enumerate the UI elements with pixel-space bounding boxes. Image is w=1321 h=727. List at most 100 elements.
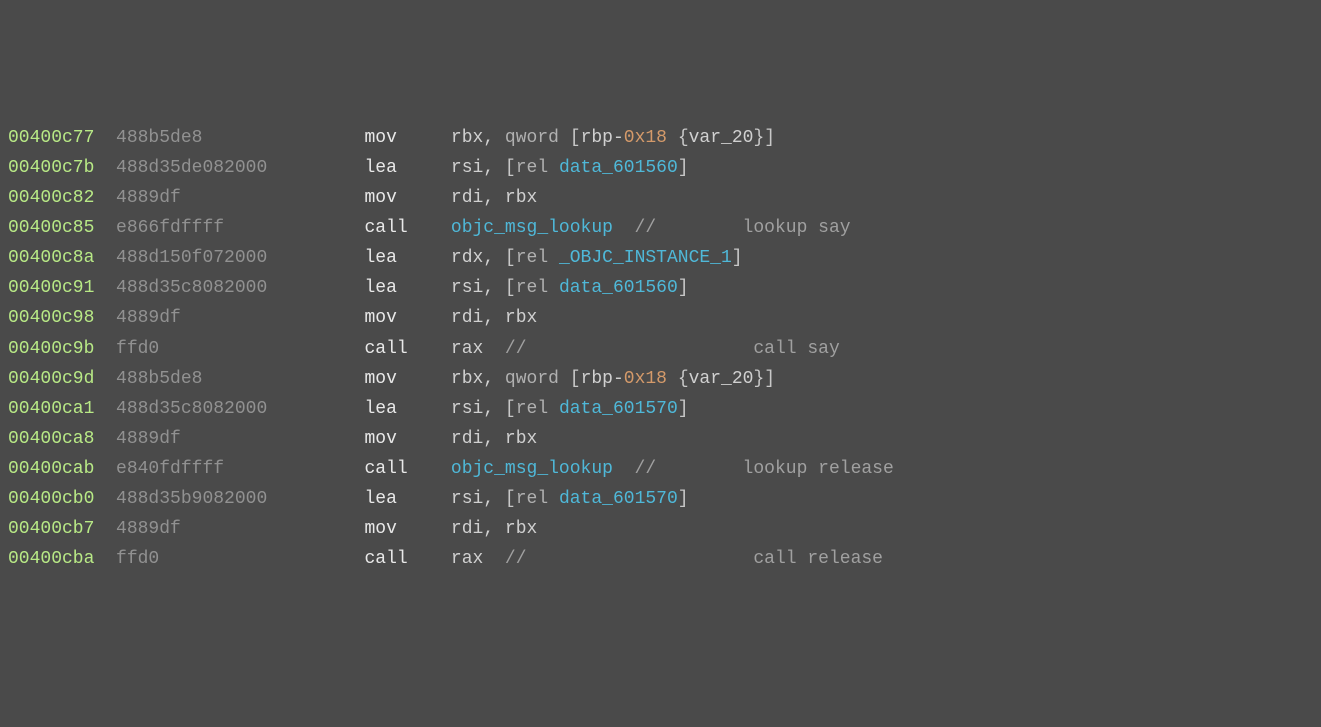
address: 00400c9d [8, 369, 94, 389]
operands: rdi, rbx [451, 188, 537, 208]
mnemonic: mov [364, 519, 450, 539]
operands: objc_msg_lookup // lookup release [451, 459, 894, 479]
hex-bytes: 4889df [116, 188, 364, 208]
operand-token-reg: rsi [451, 399, 483, 419]
asm-line[interactable]: 00400cab e840fdffff call objc_msg_lookup… [8, 454, 1313, 484]
hex-bytes: 488b5de8 [116, 128, 364, 148]
mnemonic: call [364, 459, 450, 479]
operand-token-br: ] [678, 399, 689, 419]
operand-token-tok: , [483, 489, 505, 509]
operands: rax // call release [451, 549, 883, 569]
mnemonic: lea [364, 399, 450, 419]
operand-token-br: [ [505, 278, 516, 298]
operand-token-tok: , [483, 158, 505, 178]
mnemonic: mov [364, 188, 450, 208]
operand-token-tok: , [483, 399, 505, 419]
asm-line[interactable]: 00400c82 4889df mov rdi, rbx [8, 183, 1313, 213]
operands: rsi, [rel data_601570] [451, 399, 689, 419]
operand-token-br: ] [678, 489, 689, 509]
asm-line[interactable]: 00400ca8 4889df mov rdi, rbx [8, 424, 1313, 454]
address: 00400ca1 [8, 399, 94, 419]
operand-token-reg: var_20 [689, 128, 754, 148]
hex-bytes: ffd0 [116, 549, 364, 569]
asm-line[interactable]: 00400ca1 488d35c8082000 lea rsi, [rel da… [8, 394, 1313, 424]
operand-token-br: } [753, 128, 764, 148]
operand-token-reg: rsi [451, 489, 483, 509]
asm-line[interactable]: 00400c77 488b5de8 mov rbx, qword [rbp-0x… [8, 123, 1313, 153]
operands: rdx, [rel _OBJC_INSTANCE_1] [451, 248, 743, 268]
hex-bytes: 488d35de082000 [116, 158, 364, 178]
hex-bytes: 4889df [116, 308, 364, 328]
operand-token-tok: , [483, 369, 505, 389]
operand-token-cm: // call say [483, 339, 839, 359]
mnemonic: lea [364, 158, 450, 178]
operand-token-reg: rdx [451, 248, 483, 268]
asm-line[interactable]: 00400cba ffd0 call rax // call release [8, 544, 1313, 574]
asm-line[interactable]: 00400cb0 488d35b9082000 lea rsi, [rel da… [8, 484, 1313, 514]
mnemonic: call [364, 549, 450, 569]
operand-token-tok: , [483, 519, 505, 539]
operand-token-reg: rsi [451, 278, 483, 298]
operand-token-tok [548, 399, 559, 419]
address: 00400cab [8, 459, 94, 479]
operand-token-tok: - [613, 128, 624, 148]
operand-token-reg: rbx [505, 429, 537, 449]
operand-token-reg: rbx [451, 369, 483, 389]
operand-token-reg: rbp [581, 128, 613, 148]
mnemonic: lea [364, 248, 450, 268]
mnemonic: call [364, 339, 450, 359]
operand-token-reg: rbp [581, 369, 613, 389]
operand-token-reg: rax [451, 549, 483, 569]
hex-bytes: 488d35b9082000 [116, 489, 364, 509]
address: 00400ca8 [8, 429, 94, 449]
operand-token-br: [ [570, 128, 581, 148]
operands: rsi, [rel data_601570] [451, 489, 689, 509]
mnemonic: lea [364, 278, 450, 298]
hex-bytes: 4889df [116, 429, 364, 449]
operand-token-kw: rel [516, 158, 548, 178]
hex-bytes: 488b5de8 [116, 369, 364, 389]
hex-bytes: 488d150f072000 [116, 248, 364, 268]
operand-token-tok: , [483, 308, 505, 328]
disassembly-panel: 00400c77 488b5de8 mov rbx, qword [rbp-0x… [8, 123, 1313, 574]
asm-line[interactable]: 00400c8a 488d150f072000 lea rdx, [rel _O… [8, 243, 1313, 273]
hex-bytes: 4889df [116, 519, 364, 539]
asm-line[interactable]: 00400c9b ffd0 call rax // call say [8, 334, 1313, 364]
hex-bytes: e840fdffff [116, 459, 364, 479]
operand-token-tok [548, 489, 559, 509]
operands: rsi, [rel data_601560] [451, 278, 689, 298]
operands: rbx, qword [rbp-0x18 {var_20}] [451, 369, 775, 389]
operand-token-cm: // lookup release [613, 459, 894, 479]
operand-token-kw: rel [516, 399, 548, 419]
operand-token-tok [548, 248, 559, 268]
operand-token-reg: rbx [451, 128, 483, 148]
operand-token-sym: data_601560 [559, 278, 678, 298]
mnemonic: call [364, 218, 450, 238]
operand-token-br: [ [570, 369, 581, 389]
asm-line[interactable]: 00400c9d 488b5de8 mov rbx, qword [rbp-0x… [8, 364, 1313, 394]
operand-token-tok [548, 158, 559, 178]
asm-line[interactable]: 00400c85 e866fdffff call objc_msg_lookup… [8, 213, 1313, 243]
address: 00400cba [8, 549, 94, 569]
address: 00400c82 [8, 188, 94, 208]
operands: rdi, rbx [451, 429, 537, 449]
hex-bytes: ffd0 [116, 339, 364, 359]
operand-token-br: ] [764, 128, 775, 148]
operand-token-br: { [678, 369, 689, 389]
operand-token-br: ] [732, 248, 743, 268]
asm-line[interactable]: 00400c91 488d35c8082000 lea rsi, [rel da… [8, 273, 1313, 303]
hex-bytes: e866fdffff [116, 218, 364, 238]
mnemonic: mov [364, 308, 450, 328]
operand-token-br: [ [505, 158, 516, 178]
operand-token-reg: rdi [451, 188, 483, 208]
asm-line[interactable]: 00400c98 4889df mov rdi, rbx [8, 303, 1313, 333]
operands: rbx, qword [rbp-0x18 {var_20}] [451, 128, 775, 148]
asm-line[interactable]: 00400c7b 488d35de082000 lea rsi, [rel da… [8, 153, 1313, 183]
mnemonic: mov [364, 429, 450, 449]
asm-line[interactable]: 00400cb7 4889df mov rdi, rbx [8, 514, 1313, 544]
operand-token-tok [559, 369, 570, 389]
operand-token-sym: data_601560 [559, 158, 678, 178]
operand-token-reg: rbx [505, 519, 537, 539]
operand-token-tok [559, 128, 570, 148]
address: 00400c8a [8, 248, 94, 268]
